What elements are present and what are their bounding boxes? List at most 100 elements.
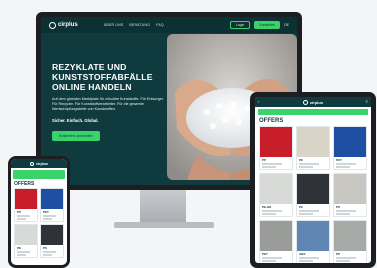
- phone-logo-text: cirplus: [36, 161, 48, 166]
- phone-offer-card[interactable]: PP: [14, 188, 38, 222]
- offer-meta: PS: [334, 204, 366, 216]
- material-image: [260, 127, 292, 157]
- material-tag: PET: [336, 158, 342, 162]
- tablet-offer-card[interactable]: PET: [333, 126, 367, 170]
- material-image: [297, 127, 329, 157]
- offer-detail-line: [262, 260, 276, 262]
- language-selector[interactable]: DE: [284, 23, 289, 27]
- offer-meta: PP: [15, 209, 37, 221]
- tablet-offers-label: OFFERS: [259, 118, 284, 124]
- login-button[interactable]: Login: [229, 21, 251, 29]
- offer-detail-line: [262, 210, 282, 212]
- material-image: [41, 225, 63, 245]
- nav-link-faq[interactable]: FAQ: [156, 23, 164, 27]
- offer-detail-line: [336, 166, 350, 168]
- offer-detail-line: [262, 213, 276, 215]
- tablet-logo-text: cirplus: [309, 99, 324, 105]
- tablet-offer-card[interactable]: PA: [296, 173, 330, 217]
- tablet-logo: cirplus: [302, 99, 324, 105]
- offer-meta: ABS: [297, 251, 329, 263]
- offer-meta: PP: [334, 251, 366, 263]
- offer-detail-line: [262, 257, 282, 259]
- monitor-stand: [140, 190, 186, 224]
- tablet-offer-card[interactable]: PP: [333, 220, 367, 263]
- material-image: [334, 174, 366, 204]
- offer-detail-line: [17, 218, 26, 220]
- offer-detail-line: [262, 163, 282, 165]
- offer-detail-line: [299, 166, 313, 168]
- material-image: [15, 225, 37, 245]
- phone-logo: cirplus: [30, 161, 48, 166]
- material-tag: PET: [262, 252, 268, 256]
- offer-detail-line: [262, 166, 276, 168]
- tablet-offer-card[interactable]: PS: [333, 173, 367, 217]
- tablet-screen: ‹ cirplus ≡ OFFERS PP PE PET PE-HD PA PS PET AB…: [255, 97, 371, 263]
- offer-meta: PP: [260, 157, 292, 169]
- offer-detail-line: [336, 163, 356, 165]
- phone-offer-card[interactable]: PS: [40, 224, 64, 258]
- offer-detail-line: [299, 260, 313, 262]
- nav-link-consulting[interactable]: BERATUNG: [129, 23, 150, 27]
- material-tag: PS: [43, 246, 48, 250]
- material-image: [15, 189, 37, 209]
- tablet-offer-card[interactable]: PP: [259, 126, 293, 170]
- phone-header: cirplus: [11, 159, 67, 168]
- nav-actions: Login Anmelden DE: [229, 21, 289, 29]
- offer-detail-line: [299, 210, 319, 212]
- material-image: [260, 221, 292, 251]
- logo-ring-icon: [302, 99, 308, 105]
- phone-offer-grid: PP PET PE PS: [11, 188, 67, 258]
- hero-text: REZYKLATE UND KUNSTSTOFFABFÄLLE ONLINE H…: [52, 62, 164, 142]
- register-button[interactable]: Anmelden: [254, 21, 281, 29]
- offer-detail-line: [43, 215, 56, 217]
- material-image: [334, 127, 366, 157]
- tablet-offer-card[interactable]: PE-HD: [259, 173, 293, 217]
- tablet-offer-grid: PP PE PET PE-HD PA PS PET ABS PP: [255, 126, 371, 263]
- phone-notice-bar: [13, 170, 65, 179]
- offer-meta: PET: [41, 209, 63, 221]
- offer-meta: PET: [260, 251, 292, 263]
- material-tag: PA: [299, 205, 303, 209]
- monitor-base: [114, 222, 214, 228]
- offer-detail-line: [17, 251, 30, 253]
- tablet-offer-card[interactable]: PET: [259, 220, 293, 263]
- phone-offer-card[interactable]: PET: [40, 188, 64, 222]
- material-tag: PET: [43, 210, 49, 214]
- offer-detail-line: [43, 254, 52, 256]
- offer-detail-line: [299, 257, 319, 259]
- signup-button[interactable]: Kostenfrei anmelden: [52, 131, 100, 141]
- back-icon[interactable]: ‹: [258, 99, 259, 104]
- hero-title: REZYKLATE UND KUNSTSTOFFABFÄLLE ONLINE H…: [52, 62, 153, 92]
- offer-detail-line: [299, 163, 319, 165]
- material-image: [297, 221, 329, 251]
- material-image: [334, 221, 366, 251]
- nav-link-about[interactable]: ÜBER UNS: [104, 23, 124, 27]
- material-tag: PE: [17, 246, 22, 250]
- offer-detail-line: [17, 254, 26, 256]
- offer-detail-line: [299, 213, 313, 215]
- material-tag: PE: [299, 158, 304, 162]
- material-tag: PP: [336, 252, 341, 256]
- material-tag: ABS: [299, 252, 306, 256]
- tablet-notice-bar: [258, 109, 368, 115]
- device-mockup-stage: cirplus ÜBER UNS BERATUNG FAQ Login Anme…: [0, 0, 377, 268]
- material-tag: PP: [262, 158, 267, 162]
- tablet-header: ‹ cirplus ≡: [255, 97, 371, 107]
- offer-detail-line: [336, 210, 356, 212]
- phone-offers-label: OFFERS: [14, 181, 35, 187]
- logo-text: cirplus: [58, 22, 78, 28]
- material-image: [297, 174, 329, 204]
- hero-subtitle: Auf dem globalen Marktplatz für zirkulär…: [52, 97, 164, 111]
- phone-offer-card[interactable]: PE: [14, 224, 38, 258]
- offer-detail-line: [336, 257, 356, 259]
- phone-screen: cirplus OFFERS PP PET PE PS: [11, 159, 67, 265]
- logo-ring-icon: [49, 21, 56, 29]
- material-tag: PE-HD: [262, 205, 272, 209]
- logo-ring-icon: [30, 161, 35, 166]
- tablet-offer-card[interactable]: PE: [296, 126, 330, 170]
- offer-meta: PET: [334, 157, 366, 169]
- offer-detail-line: [43, 218, 52, 220]
- menu-icon[interactable]: ≡: [366, 99, 368, 104]
- tablet-offer-card[interactable]: ABS: [296, 220, 330, 263]
- cirplus-logo[interactable]: cirplus: [49, 21, 78, 29]
